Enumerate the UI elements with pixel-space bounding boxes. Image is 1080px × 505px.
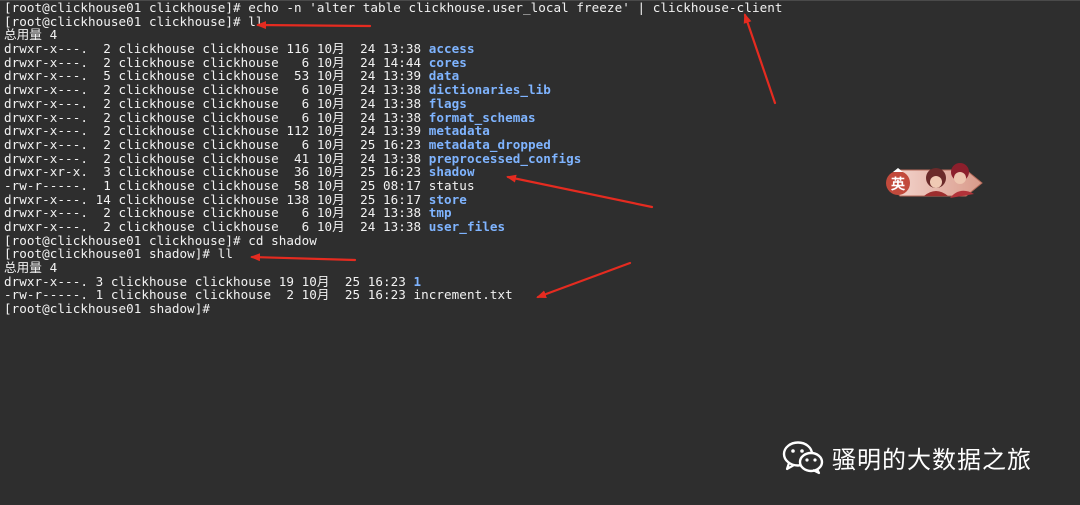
terminal-line: drwxr-x---. 3 clickhouse clickhouse 19 1… (4, 274, 782, 289)
terminal-line: 总用量 4 (4, 28, 782, 42)
terminal-line: [root@clickhouse01 clickhouse]# echo -n … (4, 1, 782, 15)
terminal-line: drwxr-x---. 2 clickhouse clickhouse 112 … (4, 124, 782, 138)
file-name: increment.txt (413, 287, 513, 303)
ime-status-widget[interactable]: 英 (878, 158, 984, 208)
terminal-line: drwxr-x---. 2 clickhouse clickhouse 6 10… (4, 55, 782, 70)
terminal-window[interactable]: [root@clickhouse01 clickhouse]# echo -n … (0, 0, 1080, 504)
watermark: 骚明的大数据之旅 (782, 437, 1032, 477)
terminal-line-text: [root@clickhouse01 shadow]# (4, 301, 211, 317)
terminal-line: [root@clickhouse01 clickhouse]# cd shado… (4, 233, 782, 248)
watermark-text: 骚明的大数据之旅 (832, 445, 1032, 474)
terminal-line: 总用量 4 (4, 261, 782, 275)
terminal-line: drwxr-x---. 2 clickhouse clickhouse 6 10… (4, 138, 782, 152)
terminal-line: [root@clickhouse01 shadow]# ll (4, 247, 782, 261)
terminal-line: drwxr-x---. 2 clickhouse clickhouse 6 10… (4, 110, 782, 125)
terminal-line: drwxr-x---. 2 clickhouse clickhouse 6 10… (4, 206, 782, 220)
terminal-line: drwxr-x---. 5 clickhouse clickhouse 53 1… (4, 69, 782, 83)
terminal-line: -rw-r-----. 1 clickhouse clickhouse 2 10… (4, 288, 782, 302)
terminal-line: drwxr-xr-x. 3 clickhouse clickhouse 36 1… (4, 165, 782, 179)
terminal-line: drwxr-x---. 2 clickhouse clickhouse 6 10… (4, 83, 782, 97)
terminal-line: [root@clickhouse01 shadow]# (4, 302, 782, 316)
terminal-line: -rw-r-----. 1 clickhouse clickhouse 58 1… (4, 179, 782, 193)
terminal-line: drwxr-x---. 14 clickhouse clickhouse 138… (4, 192, 782, 207)
directory-name: user_files (428, 219, 506, 234)
terminal-line: drwxr-x---. 2 clickhouse clickhouse 41 1… (4, 151, 782, 166)
terminal-line: [root@clickhouse01 clickhouse]# ll (4, 14, 782, 29)
wechat-icon (782, 441, 824, 475)
terminal-line: drwxr-x---. 2 clickhouse clickhouse 6 10… (4, 96, 782, 111)
terminal-output: [root@clickhouse01 clickhouse]# echo -n … (4, 1, 782, 316)
terminal-line: drwxr-x---. 2 clickhouse clickhouse 6 10… (4, 220, 782, 234)
terminal-line: drwxr-x---. 2 clickhouse clickhouse 116 … (4, 42, 782, 56)
ime-label: 英 (891, 177, 905, 193)
